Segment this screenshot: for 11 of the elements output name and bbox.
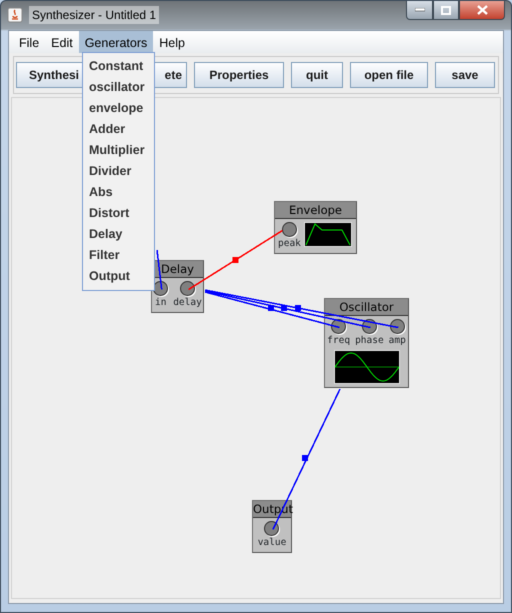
node-title: Envelope xyxy=(275,202,356,219)
port-label: amp xyxy=(388,334,406,347)
port-label: phase xyxy=(355,334,384,347)
node-title: Delay xyxy=(152,261,203,278)
port-label: peak xyxy=(278,237,301,250)
port-label: in xyxy=(154,296,166,309)
port-label: freq xyxy=(327,334,350,347)
port-label: value xyxy=(258,536,286,549)
port-label: delay xyxy=(173,296,202,309)
node-title: Oscillator xyxy=(325,299,408,316)
window-title: Synthesizer - Untitled 1 xyxy=(29,6,160,24)
